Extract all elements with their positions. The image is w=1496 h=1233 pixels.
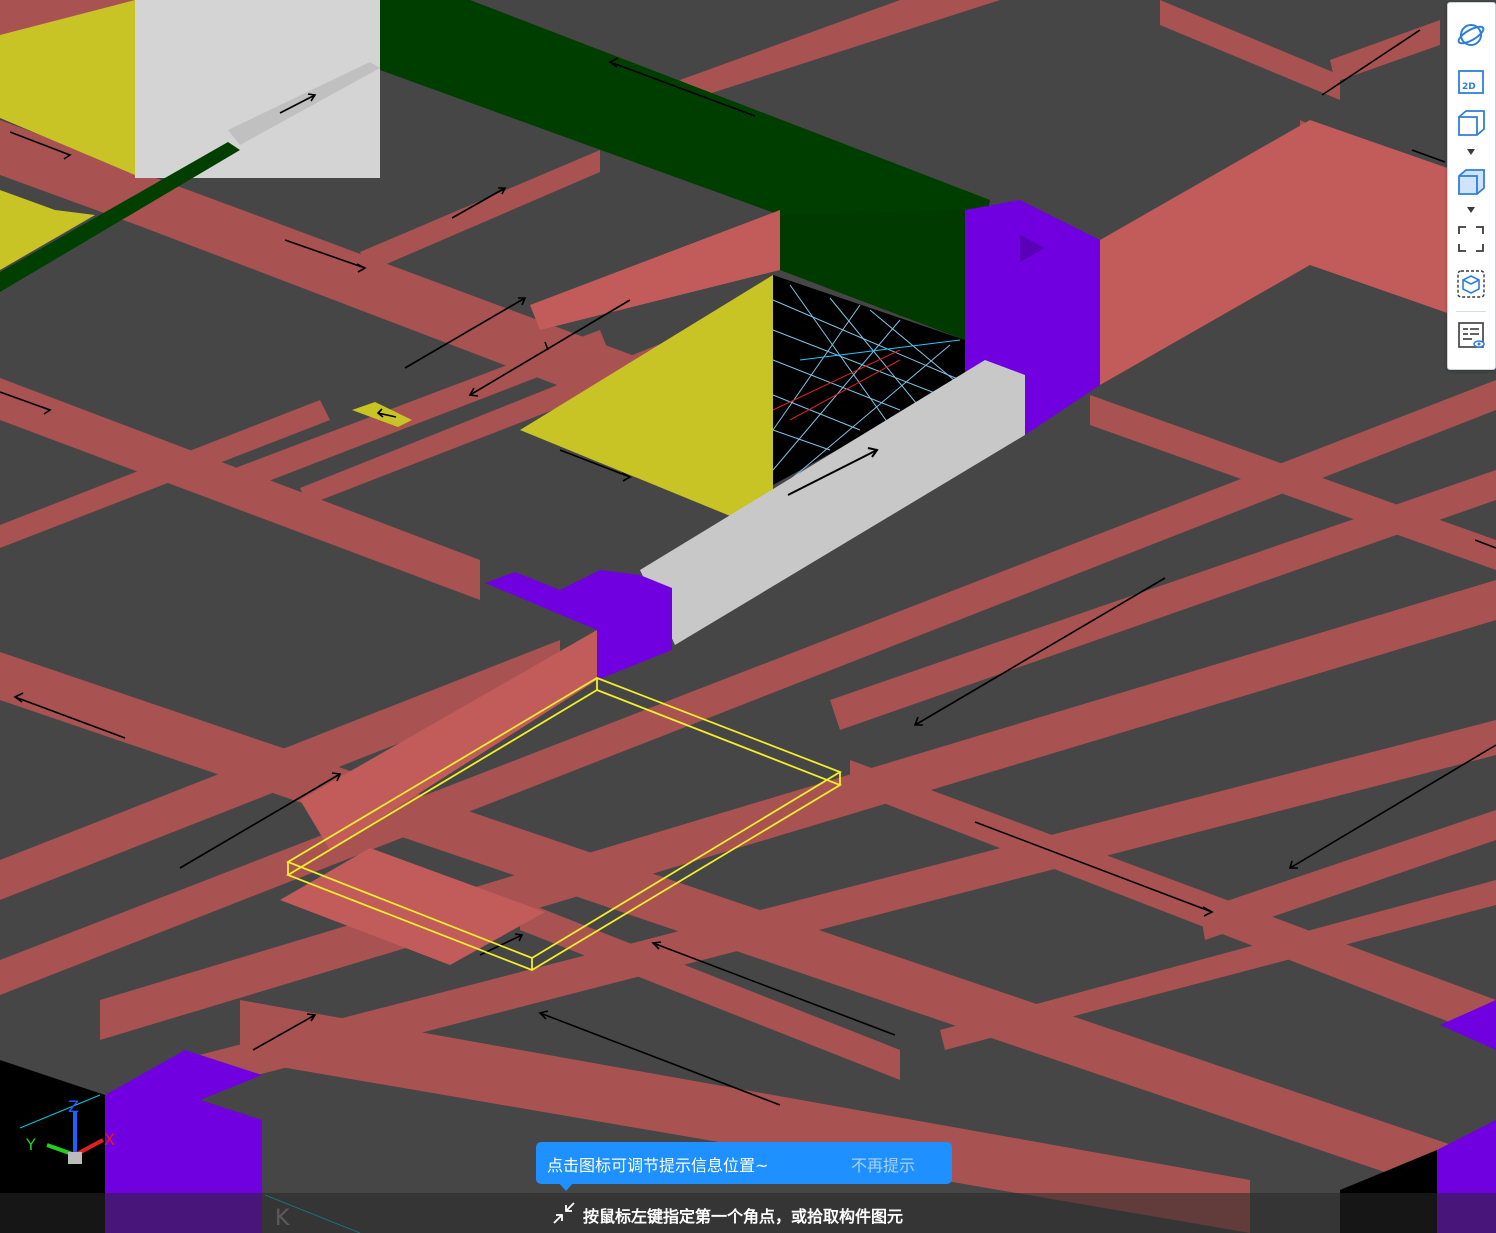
svg-text:X: X	[104, 1130, 115, 1149]
2d-view-icon: 2D	[1458, 70, 1484, 94]
3d-box-dropdown-icon[interactable]	[1466, 148, 1476, 156]
3d-solid-box-button[interactable]	[1455, 165, 1487, 197]
3d-section-button[interactable]	[1455, 268, 1487, 300]
command-prompt-text: 按鼠标左键指定第一个角点，或拾取构件图元	[583, 1207, 904, 1226]
2d-view-button[interactable]: 2D	[1455, 65, 1487, 97]
view-toolbar: 2D	[1447, 2, 1496, 370]
gray-column-top	[135, 0, 380, 178]
3d-box-button[interactable]	[1455, 106, 1487, 138]
svg-text:Y: Y	[25, 1135, 36, 1154]
fit-view-icon	[1458, 226, 1484, 252]
display-settings-button[interactable]	[1455, 319, 1487, 351]
orbit-icon	[1457, 24, 1485, 46]
toolbar-separator	[1456, 311, 1486, 312]
svg-text:2D: 2D	[1462, 82, 1476, 92]
dont-show-again-link[interactable]: 不再提示	[851, 1152, 915, 1176]
model-viewport[interactable]: K Z X Y	[0, 0, 1496, 1233]
fit-view-button[interactable]	[1455, 223, 1487, 255]
3d-solid-box-dropdown-icon[interactable]	[1466, 206, 1476, 214]
svg-text:Z: Z	[68, 1097, 79, 1116]
3d-section-icon	[1457, 270, 1485, 298]
tip-message: 点击图标可调节提示信息位置~	[547, 1156, 769, 1175]
orbit-button[interactable]	[1455, 19, 1487, 51]
3d-box-icon	[1458, 110, 1485, 136]
tip-pointer	[558, 1182, 574, 1191]
display-settings-icon	[1458, 322, 1485, 348]
tip-bubble: 点击图标可调节提示信息位置~ 不再提示	[536, 1142, 952, 1191]
3d-solid-box-icon	[1458, 169, 1485, 195]
collapse-arrows-icon[interactable]	[552, 1201, 576, 1225]
